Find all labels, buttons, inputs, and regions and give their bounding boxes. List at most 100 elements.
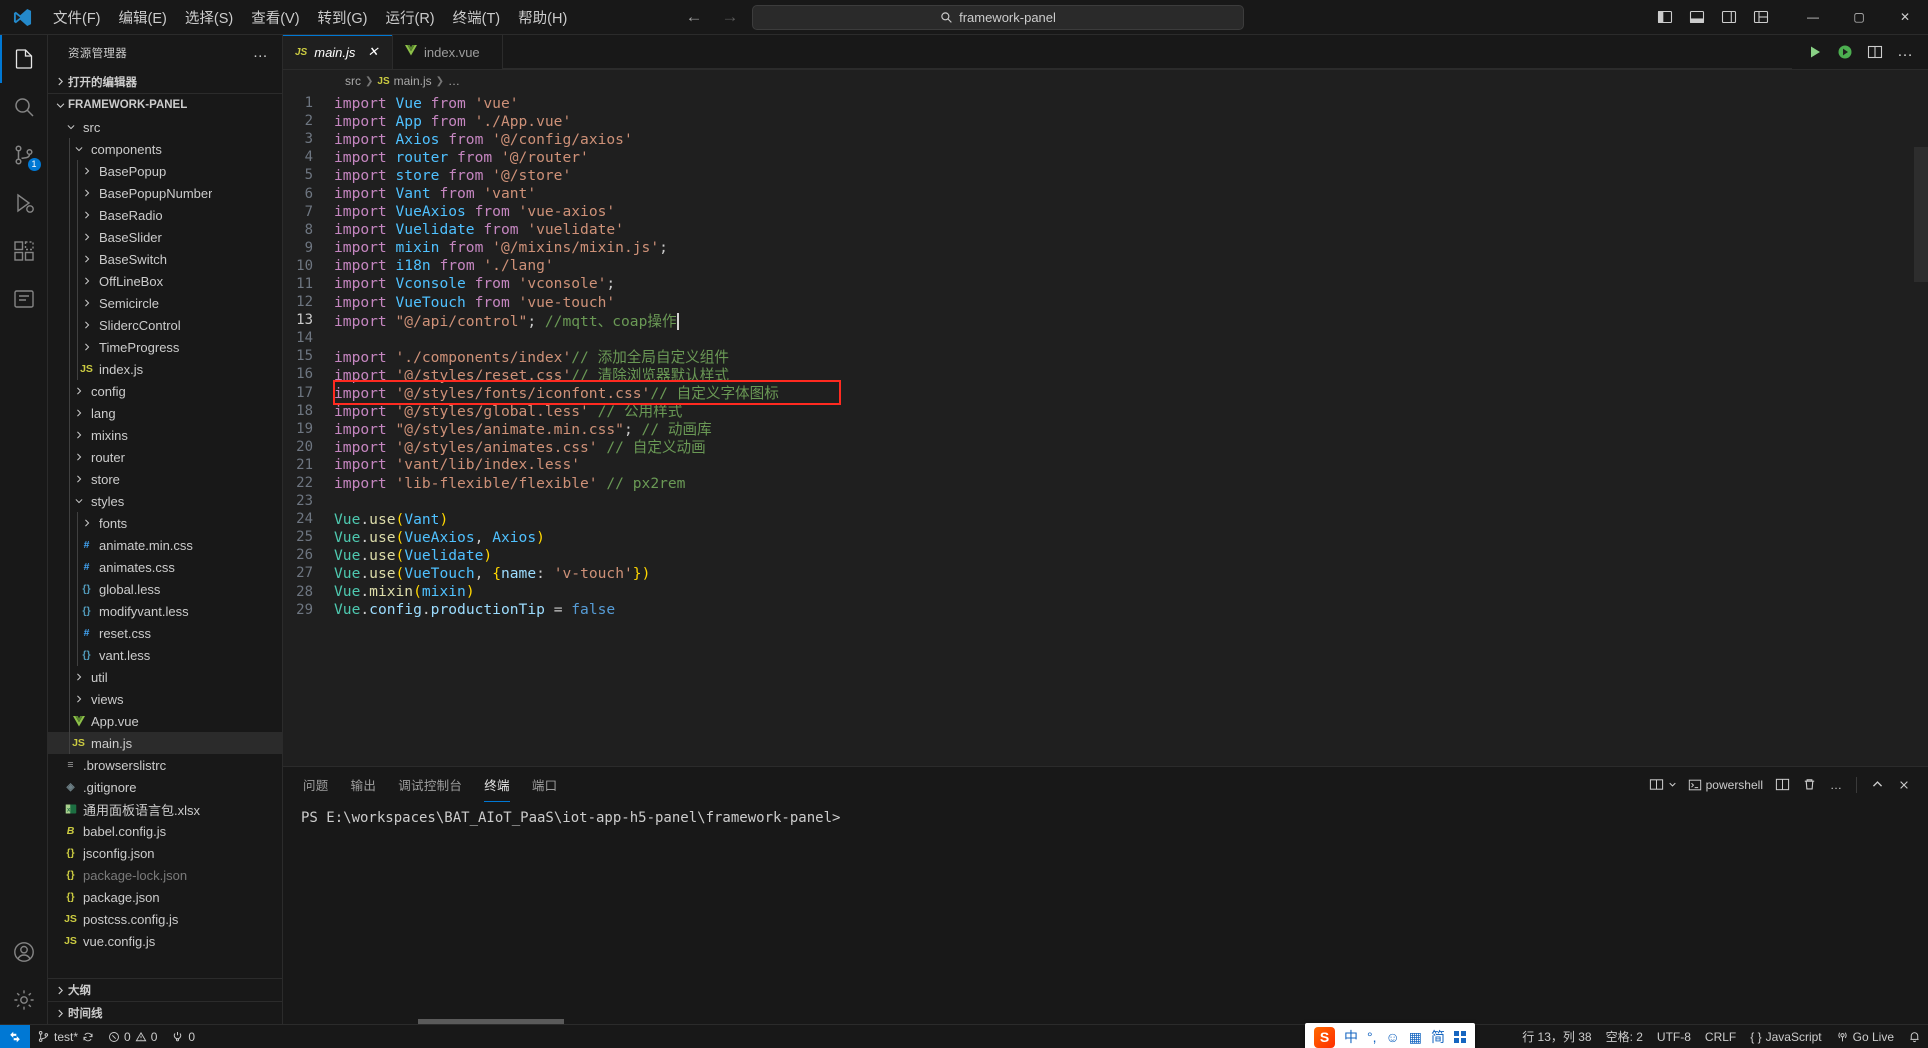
tree-item-views[interactable]: views — [48, 688, 282, 710]
ime-keyboard-icon[interactable]: ▦ — [1409, 1029, 1422, 1046]
code-line-23[interactable]: 23 — [283, 492, 1928, 510]
ime-mode-chinese[interactable]: 中 — [1344, 1027, 1358, 1047]
terminal-output[interactable]: PS E:\workspaces\BAT_AIoT_PaaS\iot-app-h… — [283, 802, 1928, 1024]
section-timeline[interactable]: 时间线 — [48, 1001, 282, 1024]
breadcrumb-src[interactable]: src — [345, 74, 361, 88]
launch-profile-icon[interactable] — [1645, 773, 1681, 797]
tree-item-config[interactable]: config — [48, 380, 282, 402]
split-editor-icon[interactable] — [1862, 39, 1888, 65]
tree-item-animates.css[interactable]: # animates.css — [48, 556, 282, 578]
code-line-1[interactable]: 1 import Vue from 'vue' — [283, 94, 1928, 112]
sidebar-more-actions-icon[interactable]: … — [247, 44, 274, 61]
status-go-live[interactable]: Go Live — [1829, 1025, 1901, 1048]
code-line-13[interactable]: 13 import "@/api/control"; //mqtt、coap操作 — [283, 308, 1928, 332]
tab-close-icon[interactable]: ✕ — [364, 43, 382, 61]
tree-item-vue.config.js[interactable]: JS vue.config.js — [48, 930, 282, 952]
remote-window-button[interactable] — [0, 1024, 30, 1048]
status-branch[interactable]: test* — [30, 1025, 101, 1048]
panel-tab-debug-console[interactable]: 调试控制台 — [398, 767, 462, 802]
menu-view[interactable]: 查看(V) — [242, 4, 308, 31]
tree-item--------.xlsx[interactable]: X 通用面板语言包.xlsx — [48, 798, 282, 820]
tree-item-timeprogress[interactable]: TimeProgress — [48, 336, 282, 358]
code-line-20[interactable]: 20 import '@/styles/animates.css' // 自定义动… — [283, 438, 1928, 457]
tree-item-.browserslistrc[interactable]: ≡ .browserslistrc — [48, 754, 282, 776]
ime-punctuation-toggle[interactable]: °, — [1367, 1029, 1377, 1045]
panel-tab-output[interactable]: 输出 — [351, 767, 377, 802]
tree-item-babel.config.js[interactable]: Bbabel.config.js — [48, 820, 282, 842]
ime-apps-icon[interactable] — [1454, 1031, 1466, 1043]
toggle-primary-sidebar-icon[interactable] — [1650, 2, 1680, 32]
status-problems[interactable]: 0 0 — [101, 1025, 164, 1048]
code-line-10[interactable]: 10 import i18n from './lang' — [283, 257, 1928, 275]
tree-item-fonts[interactable]: fonts — [48, 512, 282, 534]
forward-arrow-icon[interactable]: → — [720, 7, 740, 27]
activity-search-icon[interactable] — [0, 83, 48, 131]
code-line-28[interactable]: 28 Vue.mixin(mixin) — [283, 583, 1928, 601]
tree-item-baseradio[interactable]: BaseRadio — [48, 204, 282, 226]
code-line-8[interactable]: 8 import Vuelidate from 'vuelidate' — [283, 221, 1928, 239]
tree-item-lang[interactable]: lang — [48, 402, 282, 424]
tree-item-baseswitch[interactable]: BaseSwitch — [48, 248, 282, 270]
tree-item-animate.min.css[interactable]: # animate.min.css — [48, 534, 282, 556]
tree-item-basepopup[interactable]: BasePopup — [48, 160, 282, 182]
window-close-button[interactable]: ✕ — [1882, 0, 1928, 35]
activity-explorer-icon[interactable] — [0, 35, 48, 83]
panel-tab-terminal[interactable]: 终端 — [484, 767, 510, 802]
tree-item-package-lock.json[interactable]: {} package-lock.json — [48, 864, 282, 886]
code-line-19[interactable]: 19 import "@/styles/animate.min.css"; // … — [283, 420, 1928, 439]
tree-item-modifyvant.less[interactable]: {} modifyvant.less — [48, 600, 282, 622]
back-arrow-icon[interactable]: ← — [684, 7, 704, 27]
menu-selection[interactable]: 选择(S) — [176, 4, 242, 31]
kill-terminal-icon[interactable] — [1797, 773, 1821, 797]
status-cursor-position[interactable]: 行 13，列 38 — [1515, 1025, 1598, 1048]
tree-item-offlinebox[interactable]: OffLineBox — [48, 270, 282, 292]
tree-item-main.js[interactable]: JS main.js — [48, 732, 282, 754]
panel-more-actions-icon[interactable]: … — [1824, 773, 1848, 797]
status-ports[interactable]: 0 — [164, 1025, 202, 1048]
tab-index-vue[interactable]: index.vue — [393, 35, 503, 69]
activity-test-icon[interactable] — [0, 275, 48, 323]
menu-run[interactable]: 运行(R) — [376, 4, 443, 31]
code-line-18[interactable]: 18 import '@/styles/global.less' // 公用样式 — [283, 402, 1928, 421]
tree-item-semicircle[interactable]: Semicircle — [48, 292, 282, 314]
menu-go[interactable]: 转到(G) — [309, 4, 377, 31]
window-minimize-button[interactable]: — — [1790, 0, 1836, 35]
tree-item-sliderccontrol[interactable]: SlidercControl — [48, 314, 282, 336]
code-line-14[interactable]: 14 — [283, 329, 1928, 347]
code-line-2[interactable]: 2 import App from './App.vue' — [283, 112, 1928, 130]
tree-item-util[interactable]: util — [48, 666, 282, 688]
tree-item-.gitignore[interactable]: ◈ .gitignore — [48, 776, 282, 798]
activity-accounts-icon[interactable] — [0, 928, 48, 976]
code-line-3[interactable]: 3 import Axios from '@/config/axios' — [283, 130, 1928, 148]
code-line-24[interactable]: 24 Vue.use(Vant) — [283, 510, 1928, 528]
status-language-mode[interactable]: { } JavaScript — [1743, 1025, 1828, 1048]
tree-item-global.less[interactable]: {} global.less — [48, 578, 282, 600]
section-project-root[interactable]: FRAMEWORK-PANEL — [48, 93, 282, 116]
code-line-11[interactable]: 11 import Vconsole from 'vconsole'; — [283, 275, 1928, 293]
code-line-22[interactable]: 22 import 'lib-flexible/flexible' // px2r… — [283, 474, 1928, 492]
window-maximize-button[interactable]: ▢ — [1836, 0, 1882, 35]
code-line-27[interactable]: 27 Vue.use(VueTouch, {name: 'v-touch'}) — [283, 564, 1928, 582]
tree-item-jsconfig.json[interactable]: {} jsconfig.json — [48, 842, 282, 864]
tree-item-src[interactable]: src — [48, 116, 282, 138]
status-indentation[interactable]: 空格: 2 — [1599, 1025, 1650, 1048]
code-line-4[interactable]: 4 import router from '@/router' — [283, 148, 1928, 166]
status-eol[interactable]: CRLF — [1698, 1025, 1743, 1048]
code-line-6[interactable]: 6 import Vant from 'vant' — [283, 184, 1928, 202]
tree-item-store[interactable]: store — [48, 468, 282, 490]
code-line-26[interactable]: 26 Vue.use(Vuelidate) — [283, 546, 1928, 564]
ime-simplified-toggle[interactable]: 简 — [1431, 1027, 1445, 1047]
activity-source-control-icon[interactable]: 1 — [0, 131, 48, 179]
section-open-editors[interactable]: 打开的编辑器 — [48, 70, 282, 93]
run-extension-icon[interactable] — [1832, 39, 1858, 65]
toggle-secondary-sidebar-icon[interactable] — [1714, 2, 1744, 32]
close-panel-icon[interactable] — [1892, 773, 1916, 797]
code-line-12[interactable]: 12 import VueTouch from 'vue-touch' — [283, 293, 1928, 311]
menu-help[interactable]: 帮助(H) — [509, 4, 576, 31]
tree-item-postcss.config.js[interactable]: JS postcss.config.js — [48, 908, 282, 930]
code-line-29[interactable]: 29 Vue.config.productionTip = false — [283, 601, 1928, 619]
code-line-9[interactable]: 9 import mixin from '@/mixins/mixin.js'; — [283, 239, 1928, 257]
panel-tab-ports[interactable]: 端口 — [532, 767, 558, 802]
run-code-icon[interactable] — [1802, 39, 1828, 65]
code-line-17[interactable]: 17 import '@/styles/fonts/iconfont.css'//… — [283, 384, 1928, 403]
